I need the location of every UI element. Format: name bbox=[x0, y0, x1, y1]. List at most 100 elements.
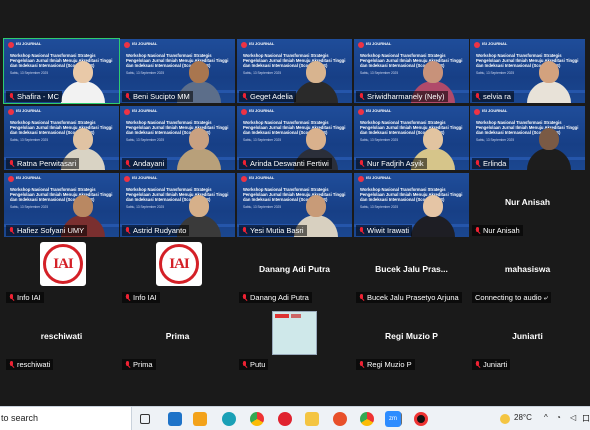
participant-name-tag: Bucek Jalu Prasetyo Arjuna bbox=[356, 292, 462, 303]
event-logo-icon bbox=[241, 42, 247, 48]
slide-date: Sabtu, 13 September 2025 bbox=[10, 205, 49, 209]
opera-icon[interactable] bbox=[278, 412, 292, 426]
participant-name: Arinda Deswanti Fertiwi bbox=[250, 159, 329, 168]
participant-tile[interactable]: reschiwati reschiwati bbox=[4, 307, 119, 371]
participant-tile[interactable]: ISI JOURNAL Workshop Nasional Transformas… bbox=[470, 39, 585, 103]
muted-mic-icon bbox=[475, 226, 481, 235]
store-icon[interactable] bbox=[193, 412, 207, 426]
volume-icon[interactable]: ◁ bbox=[570, 413, 576, 422]
slide-brand: ISI JOURNAL bbox=[132, 41, 158, 46]
participant-name-tag: Connecting to audio ⤶ bbox=[472, 292, 551, 303]
participant-display-name: mahasiswa bbox=[504, 264, 551, 274]
participant-name: Erlinda bbox=[483, 159, 507, 168]
slide-date: Sabtu, 13 September 2025 bbox=[360, 71, 399, 75]
file-explorer-icon[interactable] bbox=[305, 412, 319, 426]
muted-mic-icon bbox=[242, 226, 248, 235]
muted-mic-icon bbox=[359, 159, 365, 168]
participant-tile[interactable]: Prima Prima bbox=[120, 307, 235, 371]
participant-tile[interactable]: IAI Info IAI bbox=[4, 240, 119, 304]
participant-name-tag: Nur Anisah bbox=[472, 225, 523, 236]
event-logo-icon bbox=[358, 42, 364, 48]
participant-name-tag: Info IAI bbox=[6, 292, 44, 303]
search-input-placeholder[interactable]: to search bbox=[1, 413, 38, 423]
event-logo-icon bbox=[8, 109, 14, 115]
participant-tile[interactable]: ISI JOURNAL Workshop Nasional Transformas… bbox=[4, 106, 119, 170]
event-logo-icon bbox=[358, 109, 364, 115]
participant-name: Juniarti bbox=[483, 360, 508, 369]
muted-mic-icon bbox=[242, 92, 248, 101]
slide-date: Sabtu, 13 September 2025 bbox=[243, 138, 282, 142]
participant-tile[interactable]: ISI JOURNAL Workshop Nasional Transformas… bbox=[4, 173, 119, 237]
participant-tile[interactable]: Danang Adi Putra Danang Adi Putra bbox=[237, 240, 352, 304]
participant-video bbox=[61, 59, 105, 103]
participant-tile[interactable]: ISI JOURNAL Workshop Nasional Transformas… bbox=[120, 39, 235, 103]
participant-tile[interactable]: ISI JOURNAL Workshop Nasional Transformas… bbox=[237, 106, 352, 170]
slide-brand: ISI JOURNAL bbox=[132, 175, 158, 180]
participant-tile[interactable]: mahasiswa Connecting to audio ⤶ bbox=[470, 240, 585, 304]
muted-mic-icon bbox=[125, 159, 131, 168]
muted-mic-icon bbox=[9, 293, 15, 302]
firefox-icon[interactable] bbox=[333, 412, 347, 426]
participant-tile[interactable]: ISI JOURNAL Workshop Nasional Transformas… bbox=[470, 106, 585, 170]
edge-icon[interactable] bbox=[222, 412, 236, 426]
participant-tile[interactable]: Regi Muzio P Regi Muzio P bbox=[354, 307, 469, 371]
task-view-icon[interactable] bbox=[140, 414, 150, 424]
participant-tile[interactable]: ISI JOURNAL Workshop Nasional Transformas… bbox=[120, 106, 235, 170]
participant-tile[interactable]: ISI JOURNAL Workshop Nasional Transformas… bbox=[354, 173, 469, 237]
participant-video bbox=[527, 59, 571, 103]
muted-mic-icon bbox=[125, 360, 131, 369]
participant-name-tag: Geget Adelia bbox=[239, 91, 296, 102]
screen-share-thumbnail bbox=[272, 311, 317, 355]
chrome-profile-icon[interactable] bbox=[360, 412, 374, 426]
participant-name-tag: Nur Fadjrih Asyik bbox=[356, 158, 427, 169]
muted-mic-icon bbox=[475, 360, 481, 369]
participant-name: Regi Muzio P bbox=[367, 360, 412, 369]
participant-tile[interactable]: ISI JOURNAL Workshop Nasional Transformas… bbox=[3, 38, 120, 104]
slide-date: Sabtu, 13 September 2025 bbox=[126, 138, 165, 142]
participant-tile[interactable]: ISI JOURNAL Workshop Nasional Transformas… bbox=[237, 173, 352, 237]
participant-tile[interactable]: ISI JOURNAL Workshop Nasional Transformas… bbox=[120, 173, 235, 237]
participant-name: Beni Sucipto MM bbox=[133, 92, 190, 101]
participant-tile[interactable]: Nur Anisah Nur Anisah bbox=[470, 173, 585, 237]
slide-brand: ISI JOURNAL bbox=[16, 108, 42, 113]
participant-name-tag: Juniarti bbox=[472, 359, 511, 370]
participant-tile[interactable]: ISI JOURNAL Workshop Nasional Transformas… bbox=[354, 39, 469, 103]
chevron-up-icon[interactable]: ^ bbox=[544, 413, 548, 422]
participant-name-tag: reschiwati bbox=[6, 359, 54, 370]
event-logo-icon bbox=[358, 176, 364, 182]
participant-tile[interactable]: Putu bbox=[237, 307, 352, 371]
slide-brand: ISI JOURNAL bbox=[366, 41, 392, 46]
participant-name: Astrid Rudyanto bbox=[133, 226, 187, 235]
temperature: 28°C bbox=[514, 413, 532, 422]
participant-name: Prima bbox=[133, 360, 153, 369]
mail-icon[interactable] bbox=[168, 412, 182, 426]
zoom-icon[interactable]: zm bbox=[385, 411, 401, 427]
participant-tile[interactable]: ISI JOURNAL Workshop Nasional Transformas… bbox=[237, 39, 352, 103]
taskbar-search[interactable]: to search bbox=[0, 407, 132, 430]
participant-tile[interactable]: IAI Info IAI bbox=[120, 240, 235, 304]
language-icon[interactable]: 口 bbox=[582, 413, 590, 424]
slide-date: Sabtu, 13 September 2025 bbox=[360, 205, 399, 209]
network-icon[interactable]: ◔ bbox=[556, 413, 561, 422]
muted-mic-icon bbox=[125, 293, 131, 302]
muted-mic-icon bbox=[9, 159, 15, 168]
participant-name: Connecting to audio bbox=[475, 293, 542, 302]
iai-logo-text: IAI bbox=[169, 255, 189, 272]
participant-name-tag: Shafira - MC bbox=[6, 91, 63, 102]
slide-date: Sabtu, 13 September 2025 bbox=[10, 71, 49, 75]
slide-date: Sabtu, 13 September 2025 bbox=[476, 71, 515, 75]
event-logo-icon bbox=[124, 42, 130, 48]
slide-date: Sabtu, 13 September 2025 bbox=[243, 71, 282, 75]
participant-name-tag: Astrid Rudyanto bbox=[122, 225, 190, 236]
muted-mic-icon bbox=[475, 92, 481, 101]
participant-tile[interactable]: ISI JOURNAL Workshop Nasional Transformas… bbox=[354, 106, 469, 170]
participant-name: Info IAI bbox=[133, 293, 157, 302]
muted-mic-icon bbox=[9, 360, 15, 369]
participant-tile[interactable]: Bucek Jalu Pras... Bucek Jalu Prasetyo Ar… bbox=[354, 240, 469, 304]
slide-date: Sabtu, 13 September 2025 bbox=[10, 138, 49, 142]
participant-name: reschiwati bbox=[17, 360, 51, 369]
muted-mic-icon bbox=[9, 92, 15, 101]
record-icon[interactable] bbox=[414, 412, 428, 426]
participant-tile[interactable]: Juniarti Juniarti bbox=[470, 307, 585, 371]
chrome-icon[interactable] bbox=[250, 412, 264, 426]
